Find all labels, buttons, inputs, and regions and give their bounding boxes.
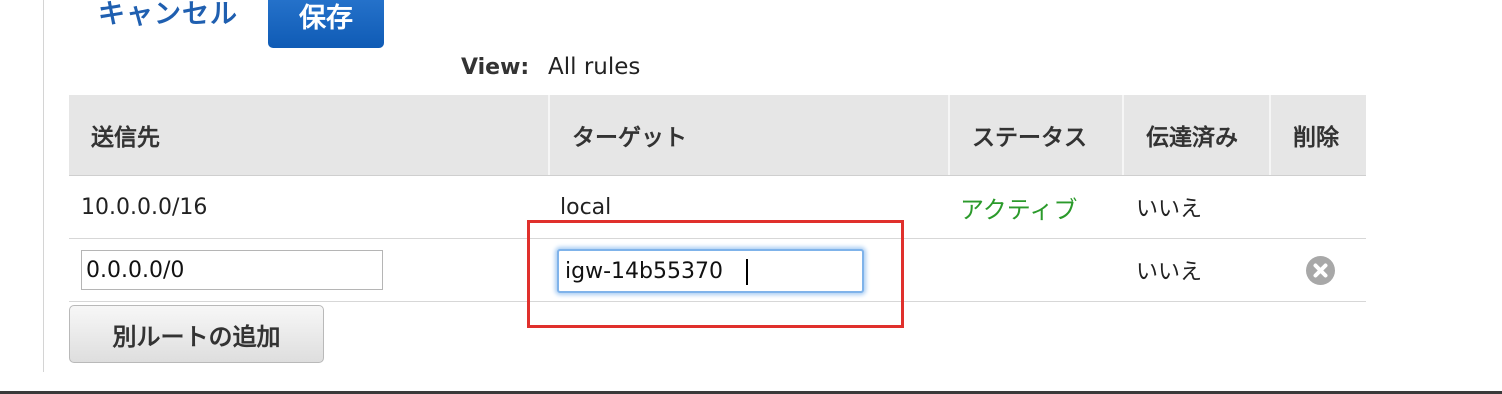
- text-caret: [746, 259, 748, 285]
- column-header-delete: 削除: [1269, 95, 1366, 175]
- table-header: 送信先 ターゲット ステータス 伝達済み 削除: [69, 95, 1366, 176]
- panel-border: [43, 0, 44, 372]
- save-button[interactable]: 保存: [268, 0, 384, 48]
- status-badge: アクティブ: [960, 195, 1078, 224]
- remove-circle-icon[interactable]: [1306, 256, 1335, 285]
- view-label: View:: [461, 55, 530, 80]
- target-input[interactable]: [557, 249, 864, 293]
- destination-cell: 10.0.0.0/16: [81, 194, 208, 220]
- table-row: 10.0.0.0/16 local アクティブ いいえ: [69, 176, 1366, 239]
- view-filter-select[interactable]: All rules: [548, 54, 640, 80]
- propagated-cell: いいえ: [1136, 197, 1203, 222]
- propagated-cell: いいえ: [1136, 260, 1203, 285]
- column-header-status: ステータス: [948, 95, 1122, 175]
- cancel-button[interactable]: キャンセル: [98, 0, 238, 31]
- table-row: いいえ: [69, 239, 1366, 302]
- column-header-propagated: 伝達済み: [1122, 95, 1269, 175]
- column-header-destination: 送信先: [91, 125, 160, 151]
- route-table: 送信先 ターゲット ステータス 伝達済み 削除 10.0.0.0/16 loca…: [69, 95, 1366, 302]
- add-route-button[interactable]: 別ルートの追加: [69, 305, 324, 363]
- destination-input[interactable]: [81, 250, 383, 290]
- target-cell: local: [560, 194, 612, 220]
- column-header-target: ターゲット: [548, 95, 948, 175]
